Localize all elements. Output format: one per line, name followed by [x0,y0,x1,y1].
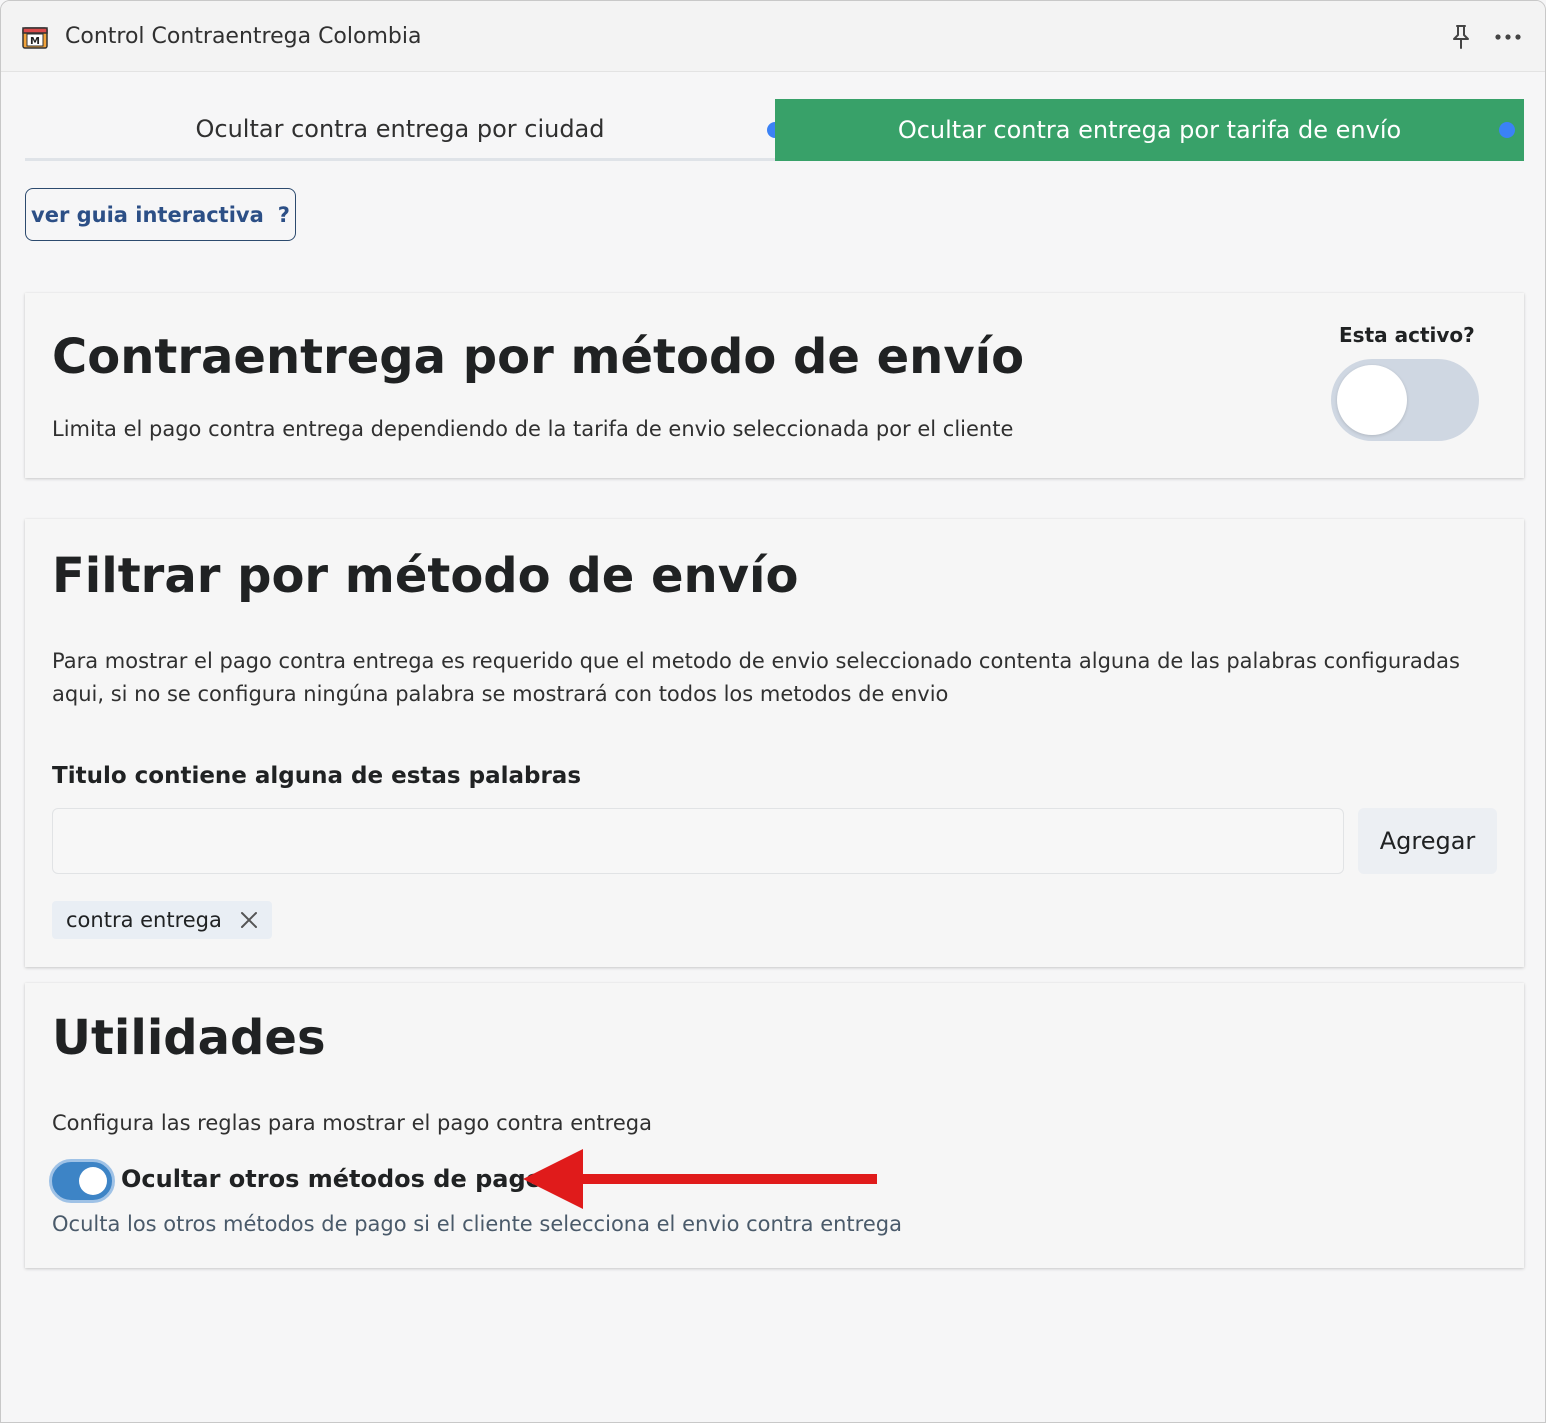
keyword-input[interactable] [52,808,1344,874]
toggle-knob [79,1167,107,1195]
tag-label: contra entrega [66,908,222,932]
card-description: Limita el pago contra entrega dependiend… [52,417,1014,441]
card-description: Configura las reglas para mostrar el pag… [52,1111,652,1135]
tab-label: Ocultar contra entrega por ciudad [195,114,605,143]
tab-bar: Ocultar contra entrega por ciudad Oculta… [25,99,1524,161]
close-icon[interactable] [240,911,258,929]
title-bar: M Control Contraentrega Colombia [1,1,1545,72]
tab-indicator-dot [1499,122,1515,138]
card-title: Filtrar por método de envío [52,548,799,604]
app-title: Control Contraentrega Colombia [65,24,422,49]
utilities-card: Utilidades Configura las reglas para mos… [25,983,1524,1268]
app-logo-icon: M [22,27,48,49]
hide-other-methods-toggle[interactable] [49,1159,115,1203]
app-window: M Control Contraentrega Colombia Ocultar… [0,0,1546,1423]
tab-hide-by-shipping-rate[interactable]: Ocultar contra entrega por tarifa de env… [775,99,1524,161]
tab-hide-by-city[interactable]: Ocultar contra entrega por ciudad [25,99,783,161]
toggle-label: Ocultar otros métodos de pago [121,1165,543,1193]
question-icon: ? [277,202,290,227]
card-title: Utilidades [52,1010,326,1066]
card-title: Contraentrega por método de envío [52,329,1025,385]
svg-text:M: M [30,36,40,47]
keyword-tag: contra entrega [52,901,272,939]
active-label: Esta activo? [1339,323,1475,347]
add-keyword-button[interactable]: Agregar [1358,808,1497,874]
red-arrow-icon [523,1149,877,1209]
toggle-help-text: Oculta los otros métodos de pago si el c… [52,1212,902,1236]
active-toggle[interactable] [1331,359,1479,441]
more-options-icon[interactable] [1493,27,1523,47]
card-description: Para mostrar el pago contra entrega es r… [52,649,1460,706]
tab-label: Ocultar contra entrega por tarifa de env… [897,116,1402,144]
filter-card: Filtrar por método de envío Para mostrar… [25,519,1524,967]
shipping-method-card: Contraentrega por método de envío Limita… [25,293,1524,478]
pin-icon[interactable] [1449,23,1473,51]
keywords-field-label: Titulo contiene alguna de estas palabras [52,763,582,789]
interactive-guide-button[interactable]: ver guia interactiva ? [25,188,296,241]
toggle-knob [1337,365,1407,435]
guide-button-label: ver guia interactiva [31,202,264,227]
